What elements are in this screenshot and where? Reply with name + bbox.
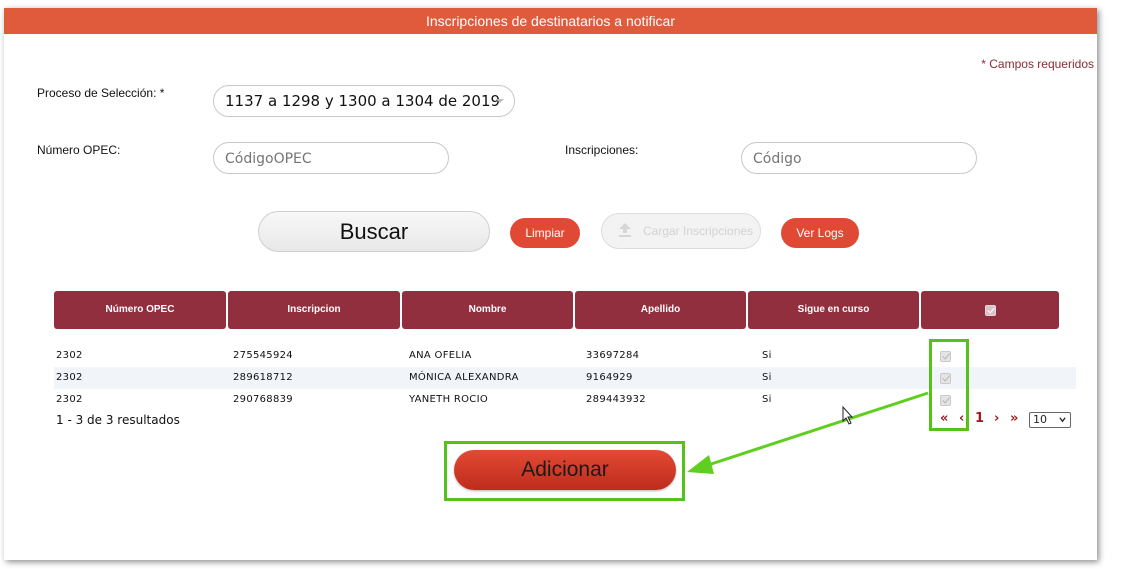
mouse-cursor-icon	[842, 406, 854, 425]
arrow-annotation	[687, 391, 929, 474]
